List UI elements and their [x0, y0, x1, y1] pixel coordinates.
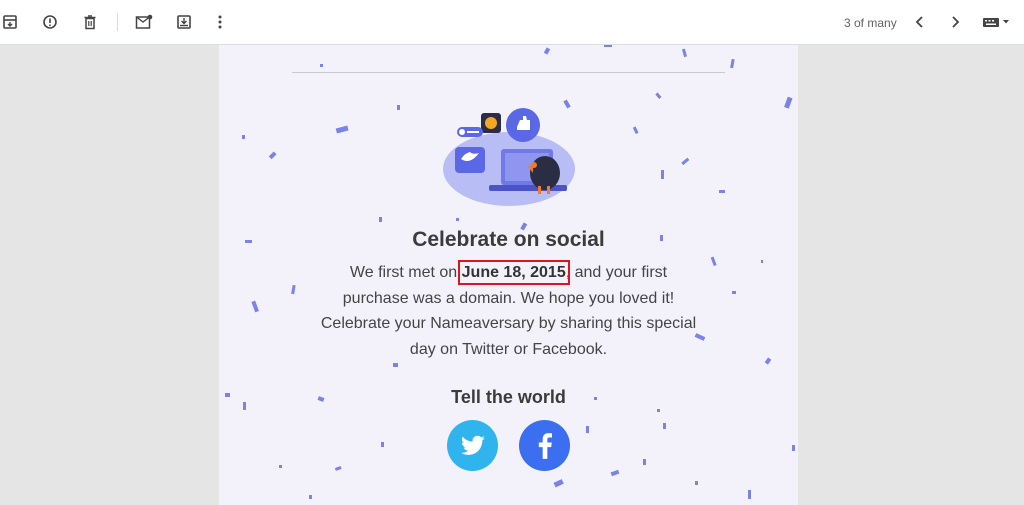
facebook-icon	[538, 432, 552, 459]
paragraph-intro: We first met on	[349, 264, 462, 281]
twitter-share-button[interactable]	[447, 420, 498, 471]
email-subheading: Tell the world	[451, 387, 566, 407]
email-toolbar: 3 of many	[0, 0, 1024, 45]
move-to-icon[interactable]	[174, 12, 194, 32]
celebration-illustration	[443, 108, 575, 206]
left-margin	[0, 45, 219, 505]
keyboard-icon[interactable]	[982, 12, 1012, 32]
email-body: Celebrate on social We first met on June…	[219, 45, 798, 505]
pager-count: 3 of many	[844, 16, 897, 30]
right-margin	[798, 45, 1024, 505]
more-options-icon[interactable]	[210, 12, 230, 32]
email-paragraph: We first met on June 18, 2015, and your …	[319, 260, 698, 362]
delete-icon[interactable]	[80, 12, 100, 32]
mark-unread-icon[interactable]	[134, 12, 154, 32]
report-spam-icon[interactable]	[40, 12, 60, 32]
highlighted-date: June 18, 2015	[457, 260, 570, 285]
twitter-icon	[460, 435, 485, 455]
toolbar-separator	[117, 13, 118, 31]
next-icon[interactable]	[945, 12, 965, 32]
facebook-share-button[interactable]	[519, 420, 570, 471]
previous-icon[interactable]	[910, 12, 930, 32]
email-heading: Celebrate on social	[412, 228, 605, 251]
archive-icon[interactable]	[0, 12, 20, 32]
